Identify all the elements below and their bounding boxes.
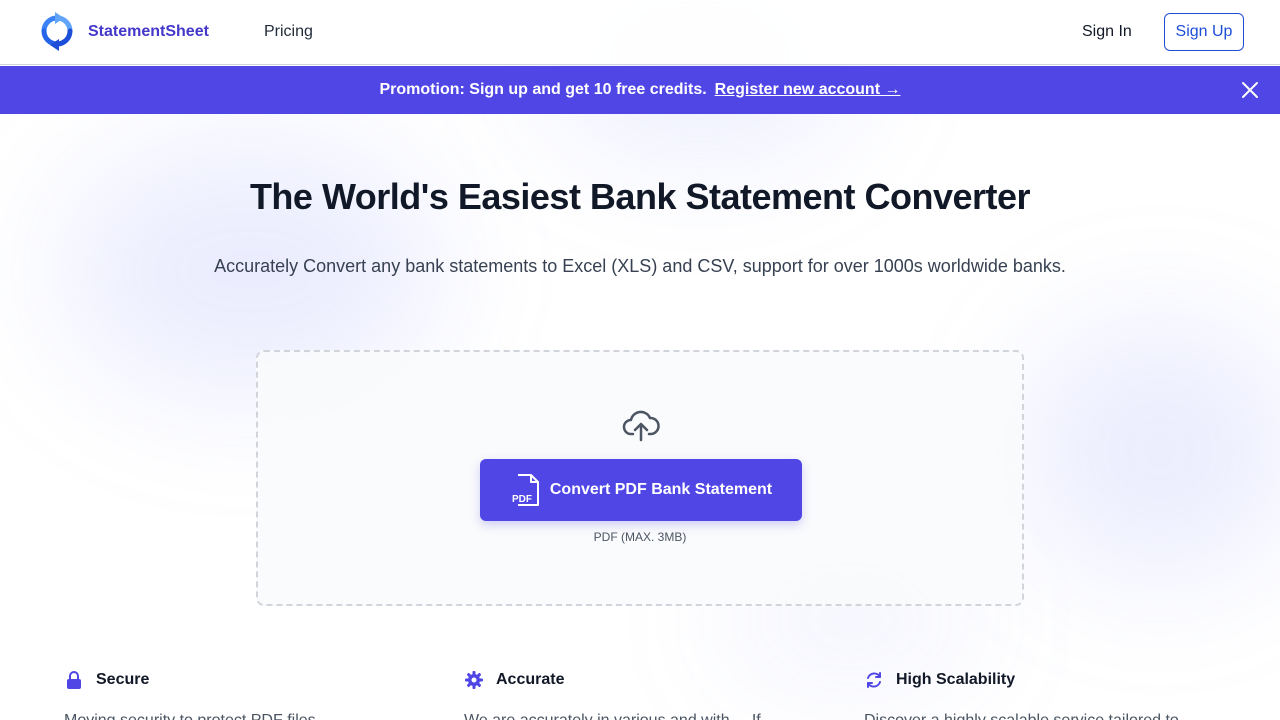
page-title: The World's Easiest Bank Statement Conve… [249,176,1031,217]
feature-title: Accurate [496,671,565,688]
lock-icon [64,670,84,690]
feature-scalability: High Scalability [864,670,1015,690]
upload-dropzone[interactable]: PDF Convert PDF Bank Statement PDF (MAX.… [256,350,1024,606]
sign-in-link[interactable]: Sign In [1082,23,1132,41]
gear-icon [464,670,484,690]
brand-link[interactable]: StatementSheet [88,23,209,41]
close-icon[interactable] [1240,80,1260,100]
page-subtitle: Accurately Convert any bank statements t… [214,256,1066,276]
background-blur [1020,320,1280,580]
convert-pdf-button[interactable]: PDF Convert PDF Bank Statement [480,459,802,521]
refresh-logo-icon[interactable] [38,12,76,52]
file-limit-hint: PDF (MAX. 3MB) [593,530,687,544]
feature-accurate: Accurate [464,670,564,690]
nav-pricing-link[interactable]: Pricing [264,23,313,41]
convert-button-label: Convert PDF Bank Statement [549,481,773,498]
sign-up-button[interactable]: Sign Up [1164,13,1244,51]
promotion-banner: Promotion: Sign up and get 10 free credi… [0,66,1280,114]
cloud-upload-icon [622,410,660,442]
feature-secure: Secure [64,670,149,690]
refresh-icon [864,670,884,690]
register-account-link[interactable]: Register new account → [715,81,901,99]
feature-title: Secure [96,671,150,688]
pdf-file-icon: PDF [510,473,540,507]
feature-description: Moving security to protect PDF files... [64,712,414,720]
feature-description: Discover a highly scalable service tailo… [864,712,1214,720]
top-navigation: StatementSheet Pricing Sign In Sign Up [0,0,1280,65]
feature-title: High Scalability [896,671,1016,688]
feature-description: We are accurately in various and with ..… [464,712,814,720]
pdf-icon-text: PDF [512,494,532,505]
promotion-text: Promotion: Sign up and get 10 free credi… [379,81,707,98]
